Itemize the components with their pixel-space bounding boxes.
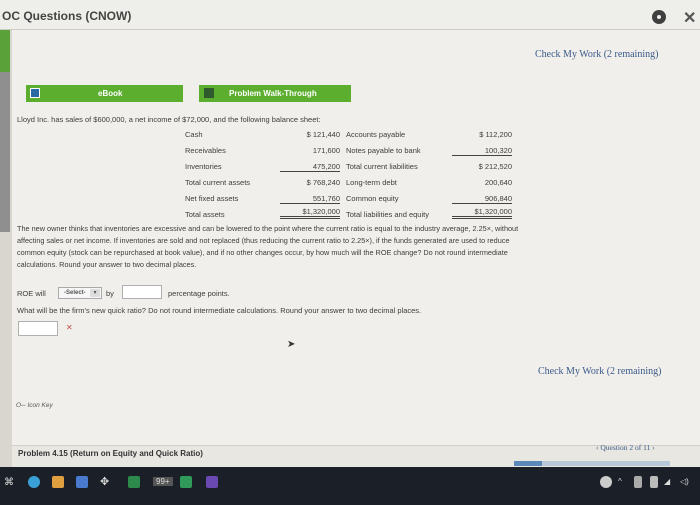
roe-change-input[interactable] <box>122 285 162 299</box>
window-title: OC Questions (CNOW) <box>2 9 132 23</box>
mouse-cursor-icon: ➤ <box>287 339 296 350</box>
bs-right-label: Common equity <box>346 194 399 203</box>
progress-fill <box>514 461 543 466</box>
bs-right-label: Total current liabilities <box>346 162 418 171</box>
question-paragraph-line: affecting sales or net income. If invent… <box>17 236 510 245</box>
system-tray-icon[interactable] <box>600 476 612 488</box>
side-scroll-strip[interactable] <box>0 72 10 232</box>
bs-left-label: Cash <box>185 130 203 139</box>
video-icon <box>204 88 214 98</box>
bs-left-label: Receivables <box>185 146 226 155</box>
bs-right-label: Long-term debt <box>346 178 397 187</box>
bs-left-value: 551,760 <box>280 194 340 204</box>
bs-right-value: 906,840 <box>452 194 512 204</box>
volume-icon[interactable]: ◁) <box>680 477 689 486</box>
question-paragraph-line: calculations. Round your answer to two d… <box>17 260 197 269</box>
incorrect-mark-icon: ✕ <box>66 323 73 332</box>
problem-title: Problem 4.15 (Return on Equity and Quick… <box>18 449 203 458</box>
bs-right-value: 200,640 <box>484 178 512 187</box>
bs-right-value: $ 212,520 <box>478 162 512 171</box>
sheets-icon[interactable] <box>180 476 192 488</box>
files-icon[interactable] <box>52 476 64 488</box>
onedrive-icon[interactable] <box>634 476 642 488</box>
question-progress-bar <box>514 461 670 466</box>
ebook-button[interactable]: eBook <box>26 85 183 102</box>
help-icon[interactable] <box>652 10 666 24</box>
question-paragraph-line: The new owner thinks that inventories ar… <box>17 224 519 233</box>
check-my-work-button[interactable]: Check My Work (2 remaining) <box>535 49 658 60</box>
roe-suffix: percentage points. <box>168 289 230 298</box>
bs-left-value: $1,320,000 <box>280 207 340 219</box>
roe-prefix: ROE will <box>17 289 46 298</box>
quick-ratio-input[interactable] <box>18 321 58 336</box>
window-titlebar: OC Questions (CNOW) ✕ <box>0 0 700 30</box>
bs-right-label: Accounts payable <box>346 130 406 139</box>
bs-right-value: 100,320 <box>452 146 512 156</box>
side-accent <box>0 30 10 72</box>
walkthrough-label: Problem Walk-Through <box>229 89 317 98</box>
bs-left-label: Total assets <box>185 210 225 219</box>
app-icon[interactable] <box>128 476 140 488</box>
bs-left-value: $ 121,440 <box>306 130 340 139</box>
ebook-label: eBook <box>98 89 123 98</box>
bs-left-value: 475,200 <box>280 162 340 172</box>
bs-left-value: 171,600 <box>312 146 340 155</box>
bs-right-label: Total liabilities and equity <box>346 210 429 219</box>
bs-right-value: $1,320,000 <box>452 207 512 219</box>
quick-ratio-question: What will be the firm's new quick ratio?… <box>17 306 422 315</box>
onenote-icon[interactable] <box>206 476 218 488</box>
roe-by: by <box>106 289 114 298</box>
mail-icon[interactable] <box>76 476 88 488</box>
intro-text: Lloyd Inc. has sales of $600,000, a net … <box>17 115 321 124</box>
check-my-work-button-bottom[interactable]: Check My Work (2 remaining) <box>538 366 661 377</box>
dropbox-icon[interactable]: ✥ <box>100 475 109 488</box>
problem-walkthrough-button[interactable]: Problem Walk-Through <box>199 85 351 102</box>
bs-right-label: Notes payable to bank <box>346 146 421 155</box>
bs-left-label: Total current assets <box>185 178 251 187</box>
roe-select-label: -Select- <box>64 290 86 296</box>
bs-left-label: Inventories <box>185 162 222 171</box>
bs-left-label: Net fixed assets <box>185 194 239 203</box>
battery-icon <box>650 476 658 488</box>
book-icon <box>30 88 40 98</box>
bs-left-value: $ 768,240 <box>306 178 340 187</box>
edge-icon[interactable] <box>28 476 40 488</box>
icon-key-link[interactable]: O─ Icon Key <box>16 402 53 409</box>
wifi-icon[interactable]: ◢ <box>664 477 670 486</box>
close-icon[interactable]: ✕ <box>683 8 696 28</box>
chevron-down-icon: ▾ <box>90 289 100 297</box>
icon-key-label: Icon Key <box>27 402 53 409</box>
taskbar-menu-icon[interactable]: ⌘ <box>4 477 14 488</box>
question-paragraph-line: common equity (stock can be repurchased … <box>17 248 508 257</box>
chevron-up-icon[interactable]: ^ <box>618 477 622 486</box>
notification-badge[interactable]: 99+ <box>153 477 173 486</box>
roe-direction-select[interactable]: -Select- ▾ <box>58 287 102 299</box>
question-navigation[interactable]: ‹ Question 2 of 11 › <box>596 443 655 452</box>
bs-right-value: $ 112,200 <box>479 130 512 139</box>
